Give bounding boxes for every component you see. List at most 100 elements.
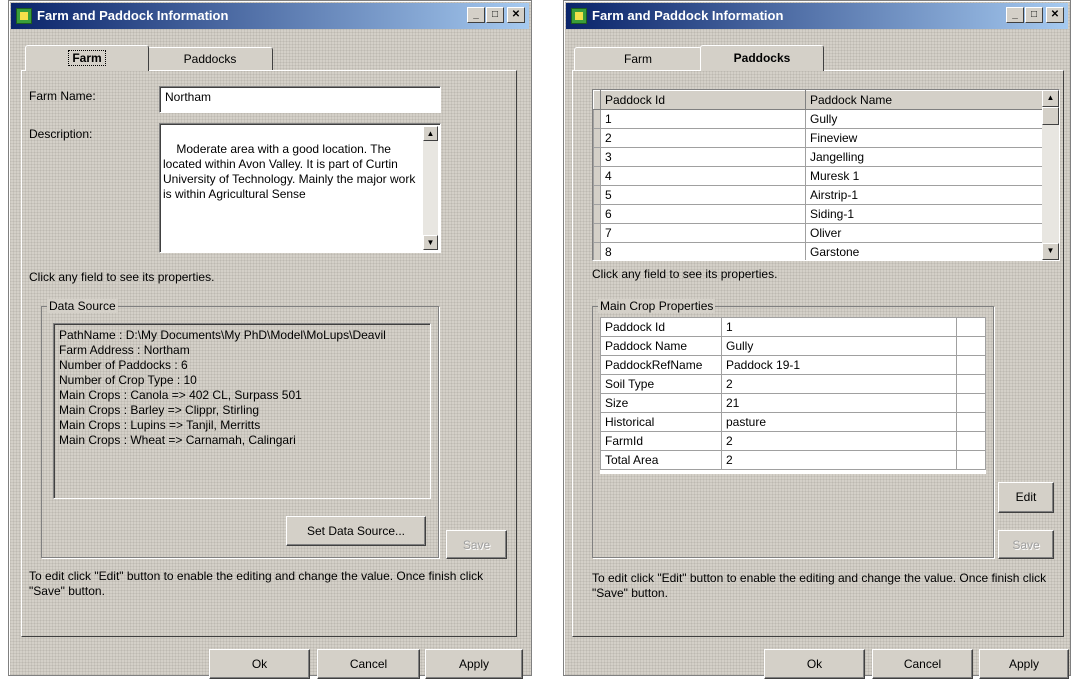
table-row[interactable]: 4 Muresk 1 xyxy=(593,166,1043,186)
table-row[interactable]: 2 Fineview xyxy=(593,128,1043,148)
maximize-button[interactable]: □ xyxy=(1025,7,1043,23)
tab-paddocks[interactable]: Paddocks xyxy=(700,45,824,71)
minimize-icon: _ xyxy=(473,9,479,20)
property-extra-cell xyxy=(956,336,986,356)
scroll-thumb[interactable] xyxy=(1042,107,1059,125)
title-bar[interactable]: Farm and Paddock Information _ □ ✕ xyxy=(566,3,1068,29)
save-button[interactable]: Save xyxy=(446,530,507,559)
column-header-paddock-id[interactable]: Paddock Id xyxy=(600,90,806,110)
ok-button[interactable]: Ok xyxy=(764,649,865,679)
cell-paddock-id[interactable]: 1 xyxy=(600,109,806,129)
property-value[interactable]: 21 xyxy=(721,393,957,413)
maximize-icon: □ xyxy=(491,9,499,20)
properties-grid[interactable]: Paddock Id 1 Paddock Name Gully PaddockRef… xyxy=(600,317,986,474)
grid-scrollbar[interactable]: ▲ ▼ xyxy=(1042,90,1059,260)
cell-paddock-name[interactable]: Garstone xyxy=(805,242,1043,260)
scroll-up-arrow-icon[interactable]: ▲ xyxy=(423,126,438,141)
row-indicator xyxy=(593,204,601,224)
edit-button[interactable]: Edit xyxy=(998,482,1054,513)
cell-paddock-id[interactable]: 2 xyxy=(600,128,806,148)
row-indicator xyxy=(593,90,601,110)
data-source-line: Number of Crop Type : 10 xyxy=(59,373,197,387)
data-source-line: Number of Paddocks : 6 xyxy=(59,358,188,372)
close-button[interactable]: ✕ xyxy=(507,7,525,23)
property-row[interactable]: Historical pasture xyxy=(600,412,986,432)
property-row[interactable]: Total Area 2 xyxy=(600,450,986,470)
maximize-button[interactable]: □ xyxy=(486,7,504,23)
window-title: Farm and Paddock Information xyxy=(592,8,784,23)
data-source-line: Main Crops : Lupins => Tanjil, Merritts xyxy=(59,418,261,432)
scroll-up-arrow-icon[interactable]: ▲ xyxy=(1042,90,1059,107)
cell-paddock-id[interactable]: 4 xyxy=(600,166,806,186)
minimize-button[interactable]: _ xyxy=(467,7,485,23)
tab-paddocks[interactable]: Paddocks xyxy=(147,47,273,70)
cell-paddock-name[interactable]: Siding-1 xyxy=(805,204,1043,224)
apply-button[interactable]: Apply xyxy=(425,649,523,679)
cell-paddock-name[interactable]: Gully xyxy=(805,109,1043,129)
row-indicator xyxy=(593,147,601,167)
description-field[interactable]: Moderate area with a good location. The … xyxy=(159,123,441,253)
app-icon xyxy=(16,8,32,24)
save-button[interactable]: Save xyxy=(998,530,1054,559)
hint-text: Click any field to see its properties. xyxy=(29,270,215,284)
property-row[interactable]: Size 21 xyxy=(600,393,986,413)
ok-button[interactable]: Ok xyxy=(209,649,310,679)
cell-paddock-id[interactable]: 8 xyxy=(600,242,806,260)
farm-name-field[interactable]: Northam xyxy=(159,86,441,113)
data-source-line: Main Crops : Canola => 402 CL, Surpass 5… xyxy=(59,388,302,402)
property-name: Historical xyxy=(600,412,722,432)
property-row[interactable]: FarmId 2 xyxy=(600,431,986,451)
close-button[interactable]: ✕ xyxy=(1046,7,1064,23)
property-row[interactable]: Paddock Name Gully xyxy=(600,336,986,356)
cell-paddock-id[interactable]: 3 xyxy=(600,147,806,167)
property-value[interactable]: 2 xyxy=(721,450,957,470)
cell-paddock-id[interactable]: 6 xyxy=(600,204,806,224)
data-source-line: Main Crops : Barley => Clippr, Stirling xyxy=(59,403,260,417)
table-row[interactable]: 8 Garstone xyxy=(593,242,1043,260)
cell-paddock-id[interactable]: 5 xyxy=(600,185,806,205)
column-header-paddock-name[interactable]: Paddock Name xyxy=(805,90,1043,110)
cancel-button[interactable]: Cancel xyxy=(872,649,973,679)
row-indicator xyxy=(593,223,601,243)
row-indicator xyxy=(593,166,601,186)
property-value[interactable]: Paddock 19-1 xyxy=(721,355,957,375)
paddocks-grid[interactable]: Paddock Id Paddock Name 1 Gully 2 Fineview… xyxy=(592,89,1060,261)
property-value[interactable]: 1 xyxy=(721,317,957,337)
cell-paddock-name[interactable]: Oliver xyxy=(805,223,1043,243)
apply-button[interactable]: Apply xyxy=(979,649,1069,679)
left-dialog-window: Farm and Paddock Information _ □ ✕ Farm … xyxy=(8,0,532,679)
property-value[interactable]: pasture xyxy=(721,412,957,432)
property-row[interactable]: Paddock Id 1 xyxy=(600,317,986,337)
property-value[interactable]: Gully xyxy=(721,336,957,356)
property-value[interactable]: 2 xyxy=(721,431,957,451)
table-row[interactable]: 3 Jangelling xyxy=(593,147,1043,167)
title-bar[interactable]: Farm and Paddock Information _ □ ✕ xyxy=(11,3,529,29)
scroll-down-arrow-icon[interactable]: ▼ xyxy=(1042,243,1059,260)
data-source-list[interactable]: PathName : D:\My Documents\My PhD\Model\… xyxy=(53,323,431,499)
cell-paddock-name[interactable]: Fineview xyxy=(805,128,1043,148)
cell-paddock-name[interactable]: Muresk 1 xyxy=(805,166,1043,186)
table-row[interactable]: 1 Gully xyxy=(593,109,1043,129)
property-extra-cell xyxy=(956,412,986,432)
minimize-button[interactable]: _ xyxy=(1006,7,1024,23)
description-scrollbar[interactable]: ▲ ▼ xyxy=(423,126,438,250)
table-row[interactable]: 6 Siding-1 xyxy=(593,204,1043,224)
tab-farm[interactable]: Farm xyxy=(25,45,149,71)
tab-farm[interactable]: Farm xyxy=(574,47,702,70)
farm-name-label: Farm Name: xyxy=(29,89,96,103)
table-row[interactable]: 5 Airstrip-1 xyxy=(593,185,1043,205)
property-extra-cell xyxy=(956,450,986,470)
scroll-down-arrow-icon[interactable]: ▼ xyxy=(423,235,438,250)
property-name: Soil Type xyxy=(600,374,722,394)
cancel-button[interactable]: Cancel xyxy=(317,649,420,679)
property-name: Total Area xyxy=(600,450,722,470)
property-value[interactable]: 2 xyxy=(721,374,957,394)
cell-paddock-name[interactable]: Jangelling xyxy=(805,147,1043,167)
table-row[interactable]: 7 Oliver xyxy=(593,223,1043,243)
set-data-source-button[interactable]: Set Data Source... xyxy=(286,516,426,546)
property-row[interactable]: Soil Type 2 xyxy=(600,374,986,394)
data-source-line: PathName : D:\My Documents\My PhD\Model\… xyxy=(59,328,386,342)
property-row[interactable]: PaddockRefName Paddock 19-1 xyxy=(600,355,986,375)
cell-paddock-name[interactable]: Airstrip-1 xyxy=(805,185,1043,205)
cell-paddock-id[interactable]: 7 xyxy=(600,223,806,243)
